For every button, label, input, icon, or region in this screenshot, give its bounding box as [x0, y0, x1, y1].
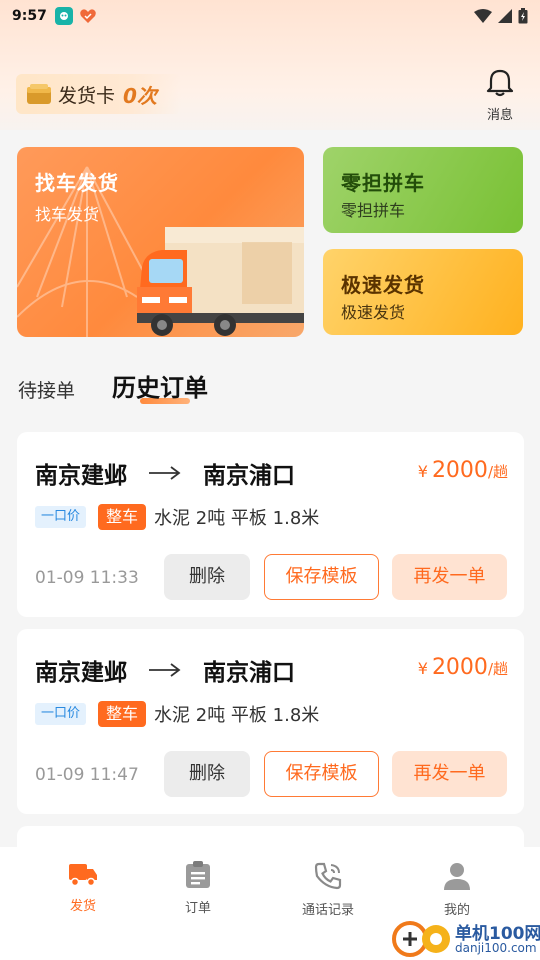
tab-pending[interactable]: 待接单 — [18, 376, 75, 403]
delete-button[interactable]: 删除 — [164, 751, 250, 797]
ltl-carpool-title: 零担拼车 — [341, 171, 425, 195]
ltl-carpool-tile[interactable]: 零担拼车 零担拼车 — [323, 147, 523, 233]
express-delivery-tile[interactable]: 极速发货 极速发货 — [323, 249, 523, 335]
order-price: ¥2000/趟 — [418, 655, 508, 680]
ltl-carpool-subtitle: 零担拼车 — [341, 201, 406, 220]
order-price: ¥2000/趟 — [418, 458, 508, 483]
phone-icon — [314, 862, 342, 890]
full-truck-tag: 整车 — [98, 504, 147, 530]
bell-icon — [486, 69, 514, 97]
cargo-info: 水泥 2吨 平板 1.8米 — [154, 508, 320, 529]
cargo-info: 水泥 2吨 平板 1.8米 — [154, 705, 320, 726]
nav-label: 订单 — [184, 901, 211, 916]
nav-item-profile[interactable]: 我的 — [412, 861, 502, 918]
reorder-button[interactable]: 再发一单 — [392, 554, 507, 600]
nav-item-call-log[interactable]: 通话记录 — [283, 861, 373, 918]
order-card[interactable]: 南京建邺 南京浦口 ¥2000/趟 一口价 整车 水泥 2吨 平板 1.8米 0… — [17, 432, 524, 617]
order-route: 南京建邺 南京浦口 — [35, 456, 295, 490]
nav-label: 发货 — [69, 899, 96, 914]
price-unit: /趟 — [487, 463, 508, 481]
origin-label: 南京建邺 — [35, 463, 127, 489]
app-notification-icon — [54, 7, 73, 25]
price-value: 2000 — [431, 458, 488, 483]
status-time: 9:57 — [12, 8, 47, 24]
price-value: 2000 — [431, 655, 488, 680]
wifi-icon — [474, 9, 492, 23]
message-button[interactable]: 消息 — [480, 68, 520, 123]
currency-symbol: ¥ — [417, 659, 428, 678]
express-delivery-subtitle: 极速发货 — [341, 303, 406, 322]
destination-label: 南京浦口 — [203, 463, 295, 489]
order-tabs: 待接单 历史订单 — [0, 362, 540, 406]
save-template-button[interactable]: 保存模板 — [264, 751, 379, 797]
truck-icon — [69, 864, 97, 887]
currency-symbol: ¥ — [417, 462, 428, 481]
watermark-url: danji100.com — [455, 941, 537, 955]
nav-item-orders[interactable]: 订单 — [153, 861, 243, 916]
destination-label: 南京浦口 — [203, 660, 295, 686]
delivery-card-count: 0次 — [123, 83, 157, 108]
order-tags: 一口价 整车 水泥 2吨 平板 1.8米 — [35, 701, 319, 727]
tab-history[interactable]: 历史订单 — [112, 368, 208, 403]
site-watermark: 单机100网 danji100.com — [392, 917, 540, 960]
fixed-price-tag: 一口价 — [35, 506, 87, 528]
express-delivery-title: 极速发货 — [341, 273, 425, 297]
full-truck-tag: 整车 — [98, 701, 147, 727]
origin-label: 南京建邺 — [35, 660, 127, 686]
fixed-price-tag: 一口价 — [35, 703, 87, 725]
find-truck-tile[interactable]: 找车发货 找车发货 — [17, 147, 304, 337]
delivery-card-label: 发货卡 — [58, 84, 116, 107]
order-card[interactable]: 南京建邺 南京浦口 ¥2000/趟 一口价 整车 水泥 2吨 平板 1.8米 0… — [17, 629, 524, 814]
delivery-card-badge[interactable]: 发货卡 0次 — [16, 74, 181, 114]
reorder-button[interactable]: 再发一单 — [392, 751, 507, 797]
watermark-logo-icon — [392, 921, 450, 957]
arrow-right-icon — [149, 466, 181, 480]
order-tags: 一口价 整车 水泥 2吨 平板 1.8米 — [35, 504, 319, 530]
price-unit: /趟 — [487, 660, 508, 678]
nav-label: 通话记录 — [301, 903, 354, 918]
nav-item-ship[interactable]: 发货 — [38, 861, 128, 914]
message-label: 消息 — [486, 108, 513, 123]
battery-icon — [518, 8, 528, 24]
save-template-button[interactable]: 保存模板 — [264, 554, 379, 600]
arrow-right-icon — [149, 663, 181, 677]
order-route: 南京建邺 南京浦口 — [35, 653, 295, 687]
order-time: 01-09 11:47 — [35, 765, 139, 785]
delete-button[interactable]: 删除 — [164, 554, 250, 600]
status-bar: 9:57 — [0, 0, 540, 32]
find-truck-title: 找车发货 — [35, 171, 119, 195]
find-truck-subtitle: 找车发货 — [35, 205, 100, 224]
wallet-icon — [27, 84, 51, 104]
nav-label: 我的 — [443, 903, 470, 918]
order-time: 01-09 11:33 — [35, 568, 139, 588]
status-icons — [474, 8, 528, 24]
person-icon — [444, 863, 470, 890]
signal-icon — [498, 9, 512, 23]
app-notification-icon-2 — [79, 7, 97, 25]
clipboard-icon — [186, 861, 210, 888]
